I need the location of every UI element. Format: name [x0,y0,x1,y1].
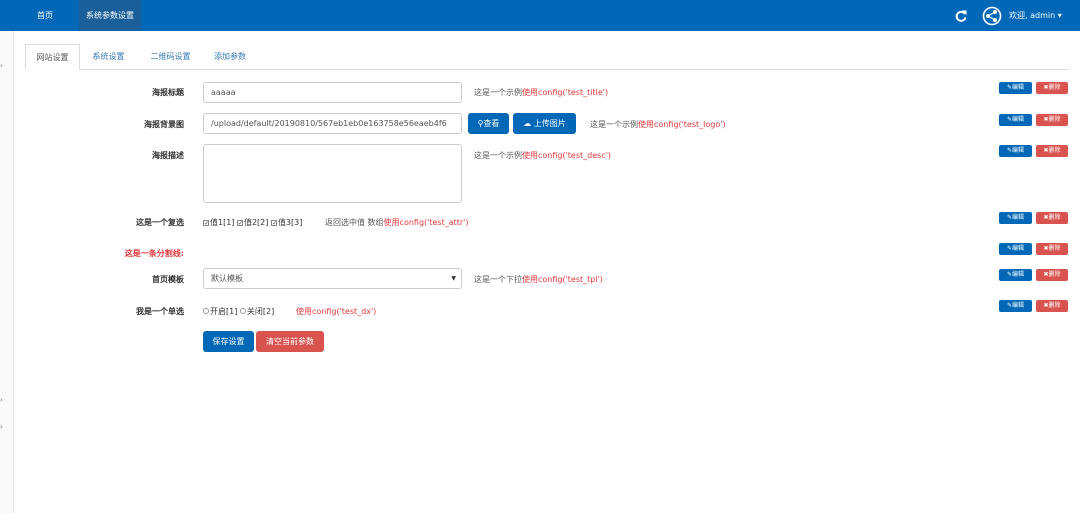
delete-label: 删除 [1048,271,1061,278]
nav-home[interactable]: 首页 [26,0,64,31]
home-template-label: 首页模板 [152,275,184,284]
poster-title-label: 海报标题 [152,88,184,97]
chevron-right-icon[interactable]: › [0,62,6,70]
clear-params-button[interactable]: 清空当前参数 [256,331,324,352]
edit-label: 编辑 [1012,84,1025,91]
delete-button[interactable]: ✖删除 [1036,145,1068,157]
upload-image-button[interactable]: ☁ 上传图片 [513,113,576,134]
checkbox-checked-icon[interactable]: ✓ [203,220,209,227]
option-label: 值3[3] [277,218,303,227]
upload-label: 上传图片 [533,119,566,128]
checkbox-option-2[interactable]: ✓值2[2] [236,218,269,227]
poster-desc-label: 海报描述 [152,151,184,160]
delete-button[interactable]: ✖删除 [1036,269,1068,281]
checkbox-option-1[interactable]: ✓值1[1] [203,218,234,227]
tab-add-param[interactable]: 添加参数 [206,44,254,70]
hint-code: 使用config('test_tpl') [522,275,603,284]
view-label: 查看 [483,119,500,128]
delete-button[interactable]: ✖删除 [1036,243,1068,255]
share-icon[interactable] [982,6,1002,26]
settings-tabs: 网站设置 系统设置 二维码设置 添加参数 [25,44,1068,70]
save-settings-button[interactable]: 保存设置 [203,331,254,352]
delete-label: 删除 [1048,245,1061,252]
edit-button[interactable]: ✎编辑 [999,114,1032,126]
view-image-button[interactable]: ⚲查看 [468,113,509,134]
delete-button[interactable]: ✖删除 [1036,114,1068,126]
edit-button[interactable]: ✎编辑 [999,145,1032,157]
hint-text: 这是一个示例 [474,88,522,97]
checkbox-hint: 返回选中值 数组使用config('test_attr') [325,217,469,228]
caret-down-icon: ▼ [451,275,456,282]
edit-button[interactable]: ✎编辑 [999,212,1032,224]
tab-qrcode-settings[interactable]: 二维码设置 [140,44,201,70]
checkbox-group: ✓值1[1] ✓值2[2] ✓值3[3] [203,217,302,228]
radio-group: 开启[1] 关闭[2] [203,306,274,317]
radio-hint: 使用config('test_dx') [296,306,376,317]
radio-icon[interactable] [239,308,246,314]
radio-icon[interactable] [203,308,209,314]
user-label: 欢迎, admin [1009,11,1056,20]
user-menu[interactable]: 欢迎, admin ▾ [1009,0,1062,31]
delete-label: 删除 [1048,147,1061,154]
top-navbar: 首页 系统参数设置 欢迎, admin ▾ [0,0,1080,31]
edit-button[interactable]: ✎编辑 [999,300,1032,312]
delete-button[interactable]: ✖删除 [1036,300,1068,312]
checkbox-option-3[interactable]: ✓值3[3] [270,218,303,227]
home-template-select[interactable]: 默认模板 ▼ [203,268,462,289]
chevron-right-icon[interactable]: › [0,396,6,404]
checkbox-label: 这是一个复选 [136,218,184,227]
option-label: 值2[2] [243,218,269,227]
cloud-upload-icon: ☁ [523,119,532,128]
divider-label: 这是一条分割线: [124,249,184,258]
chevron-right-icon[interactable]: › [0,423,6,431]
edit-label: 编辑 [1012,214,1025,221]
hint-text: 这是一个示例 [590,120,638,129]
home-template-hint: 这是一个下拉使用config('test_tpl') [474,274,603,285]
edit-label: 编辑 [1012,116,1025,123]
radio-label: 我是一个单选 [136,307,184,316]
radio-option-2[interactable]: 关闭[2] [239,307,275,316]
delete-label: 删除 [1048,84,1061,91]
hint-code: 使用config('test_attr') [383,218,469,227]
delete-label: 删除 [1048,302,1061,309]
edit-label: 编辑 [1012,302,1025,309]
tab-system-settings[interactable]: 系统设置 [83,44,134,70]
edit-label: 编辑 [1012,271,1025,278]
hint-text: 这是一个示例 [474,151,522,160]
poster-desc-hint: 这是一个示例使用config('test_desc') [474,150,611,161]
delete-button[interactable]: ✖删除 [1036,212,1068,224]
edit-button[interactable]: ✎编辑 [999,243,1032,255]
nav-system-params[interactable]: 系统参数设置 [79,0,141,31]
hint-text: 这是一个下拉 [474,275,522,284]
tab-site-settings[interactable]: 网站设置 [25,44,80,70]
poster-title-input[interactable]: aaaaa [203,82,462,103]
delete-button[interactable]: ✖删除 [1036,82,1068,94]
radio-option-1[interactable]: 开启[1] [203,307,237,316]
poster-title-hint: 这是一个示例使用config('test_title') [474,87,608,98]
checkbox-checked-icon[interactable]: ✓ [236,220,243,227]
option-label: 关闭[2] [246,307,275,316]
hint-code: 使用config('test_title') [522,88,609,97]
sidebar: › › › [0,31,14,513]
delete-label: 删除 [1048,214,1061,221]
poster-bg-hint: 这是一个示例使用config('test_logo') [590,119,726,130]
poster-bg-label: 海报背景图 [144,120,184,129]
poster-desc-textarea[interactable] [203,144,462,203]
checkbox-checked-icon[interactable]: ✓ [270,220,277,227]
hint-code: 使用config('test_logo') [638,120,726,129]
edit-button[interactable]: ✎编辑 [999,82,1032,94]
hint-code: 使用config('test_dx') [296,307,377,316]
poster-bg-input[interactable]: /upload/default/20190810/567eb1eb0e16375… [203,113,462,134]
edit-button[interactable]: ✎编辑 [999,269,1032,281]
hint-code: 使用config('test_desc') [522,151,612,160]
delete-label: 删除 [1048,116,1061,123]
hint-text: 返回选中值 数组 [325,218,384,227]
option-label: 值1[1] [210,218,235,227]
option-label: 开启[1] [210,307,238,316]
caret-down-icon: ▾ [1057,11,1062,20]
refresh-icon[interactable] [954,9,968,23]
edit-label: 编辑 [1012,245,1025,252]
select-value: 默认模板 [211,274,243,283]
edit-label: 编辑 [1012,147,1025,154]
